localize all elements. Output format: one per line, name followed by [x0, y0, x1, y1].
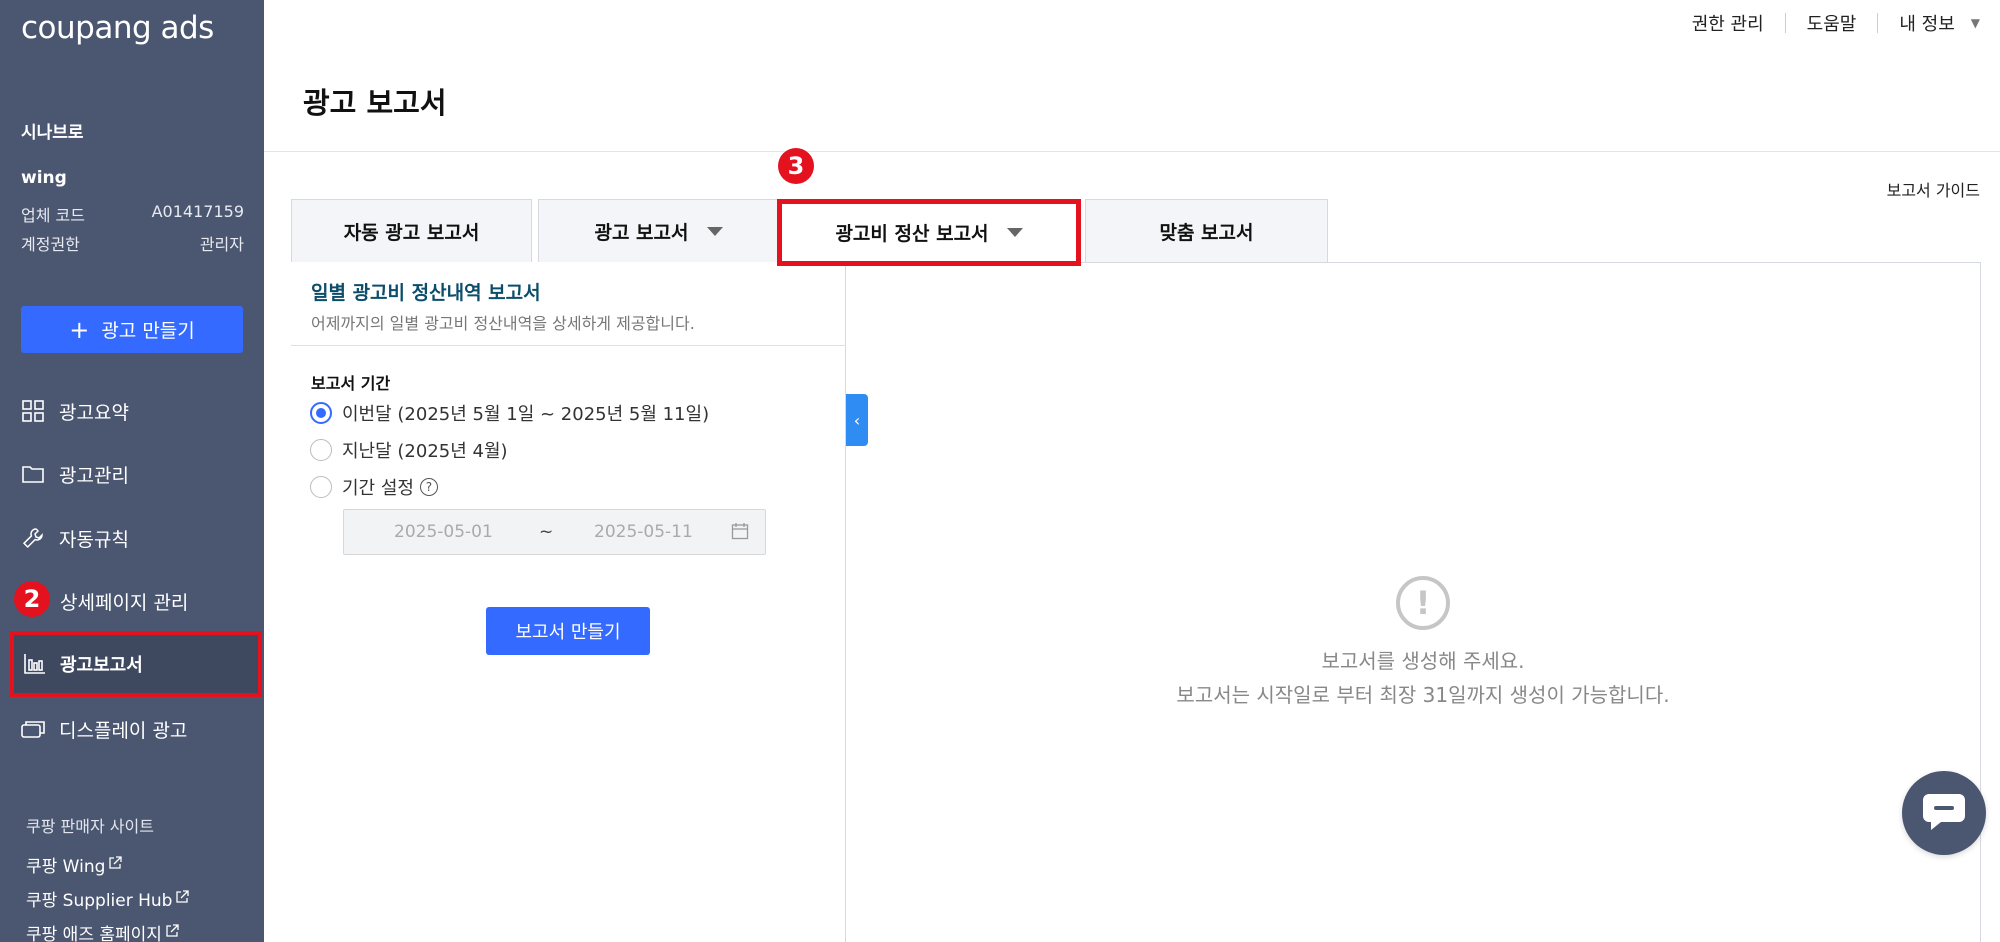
link-coupang-wing[interactable]: 쿠팡 Wing: [26, 852, 123, 877]
divider: [291, 345, 846, 346]
external-link-icon: [175, 889, 190, 909]
my-info-menu[interactable]: 내 정보: [1899, 10, 1954, 36]
link-label: 쿠팡 Wing: [26, 857, 106, 877]
report-options-panel: 일별 광고비 정산내역 보고서 어제까지의 일별 광고비 정산내역을 상세하게 …: [291, 262, 846, 942]
nav-label: 상세페이지 관리: [60, 591, 189, 614]
divider: [1784, 13, 1786, 33]
external-link-icon: [108, 855, 123, 875]
nav-item-auto-rules[interactable]: 자동규칙: [21, 518, 129, 558]
report-guide-link[interactable]: 보고서 가이드: [1887, 177, 1980, 201]
report-period-label: 보고서 기간: [311, 374, 391, 393]
nav-label: 광고보고서: [60, 655, 143, 676]
make-report-button[interactable]: 보고서 만들기: [486, 607, 650, 655]
page-title: 광고 보고서: [303, 86, 447, 120]
chevron-down-icon[interactable]: ▼: [1971, 16, 1980, 30]
account-id: wing: [21, 168, 67, 188]
empty-state-line1: 보고서를 생성해 주세요.: [1321, 649, 1525, 673]
seller-sites-title: 쿠팡 판매자 사이트: [26, 817, 154, 836]
empty-state-message: 보고서를 생성해 주세요. 보고서는 시작일로 부터 최장 31일까지 생성이 …: [1140, 644, 1706, 712]
nav-item-display-ads[interactable]: 디스플레이 광고: [21, 709, 187, 749]
permission-row: 계정권한 관리자: [21, 231, 244, 255]
tab-label: 자동 광고 보고서: [343, 221, 480, 244]
tab-label: 광고비 정산 보고서: [835, 223, 989, 245]
period-option-this-month[interactable]: 이번달 (2025년 5월 1일 ~ 2025년 5월 11일): [310, 400, 709, 426]
permission-management-link[interactable]: 권한 관리: [1692, 10, 1764, 36]
card-icon: [21, 717, 45, 741]
vendor-code-row: 업체 코드 A01417159: [21, 202, 244, 226]
dropdown-caret-icon: [1006, 228, 1023, 237]
divider: [1877, 13, 1879, 33]
nav-label: 광고관리: [59, 464, 129, 487]
period-option-custom[interactable]: 기간 설정 ?: [310, 474, 438, 500]
create-ad-button[interactable]: + 광고 만들기: [21, 306, 243, 353]
report-type-title: 일별 광고비 정산내역 보고서: [311, 282, 541, 304]
permission-value: 관리자: [199, 235, 244, 254]
top-navigation: 권한 관리 도움말 내 정보 ▼: [1692, 10, 1980, 36]
radio-unselected[interactable]: [310, 439, 332, 461]
nav-item-ad-summary[interactable]: 광고요약: [21, 391, 129, 431]
calendar-icon[interactable]: [731, 522, 749, 540]
nav-label: 디스플레이 광고: [59, 719, 188, 742]
chevron-left-icon: ‹: [853, 410, 861, 430]
sidebar: coupang ads 시나브로 wing 업체 코드 A01417159 계정…: [0, 0, 264, 942]
option-label: 기간 설정: [342, 478, 414, 499]
step-badge-3: 3: [778, 148, 814, 184]
nav-item-ad-management[interactable]: 광고관리: [21, 454, 129, 494]
date-separator: ~: [539, 522, 554, 542]
tab-auto-ad-report[interactable]: 자동 광고 보고서: [291, 199, 532, 262]
tab-ad-report[interactable]: 광고 보고서: [538, 199, 779, 262]
radio-unselected[interactable]: [310, 476, 332, 498]
nav-label: 자동규칙: [59, 528, 129, 551]
exclamation-icon: !: [1396, 576, 1450, 630]
chat-support-button[interactable]: [1902, 771, 1986, 855]
header-divider: [264, 151, 2000, 152]
end-date-field[interactable]: 2025-05-11: [594, 522, 693, 542]
tab-custom-report[interactable]: 맞춤 보고서: [1085, 199, 1328, 262]
option-label: 이번달 (2025년 5월 1일 ~ 2025년 5월 11일): [342, 404, 710, 425]
tab-label: 광고 보고서: [594, 221, 689, 244]
permission-label: 계정권한: [21, 235, 80, 254]
grid-icon: [21, 399, 45, 423]
tab-label: 맞춤 보고서: [1159, 221, 1254, 244]
period-option-last-month[interactable]: 지난달 (2025년 4월): [310, 437, 508, 463]
vendor-code-label: 업체 코드: [21, 206, 85, 225]
date-range-picker[interactable]: 2025-05-01 ~ 2025-05-11: [343, 509, 766, 555]
tab-ad-cost-settlement-report[interactable]: 광고비 정산 보고서: [777, 199, 1081, 266]
chat-bubble-icon: [1921, 790, 1967, 836]
radio-selected[interactable]: [310, 402, 332, 424]
dropdown-caret-icon: [706, 226, 723, 236]
nav-item-ad-reports[interactable]: 광고보고서: [10, 631, 262, 697]
link-supplier-hub[interactable]: 쿠팡 Supplier Hub: [26, 886, 190, 911]
help-link[interactable]: 도움말: [1807, 10, 1857, 36]
link-label: 쿠팡 애즈 홈페이지: [26, 925, 162, 942]
plus-icon: +: [69, 315, 90, 344]
empty-state-line2: 보고서는 시작일로 부터 최장 31일까지 생성이 가능합니다.: [1176, 683, 1670, 707]
step-badge-2: 2: [14, 581, 50, 617]
link-ads-homepage[interactable]: 쿠팡 애즈 홈페이지: [26, 920, 179, 942]
report-type-description: 어제까지의 일별 광고비 정산내역을 상세하게 제공합니다.: [311, 314, 695, 333]
create-ad-label: 광고 만들기: [101, 320, 195, 342]
external-link-icon: [165, 923, 179, 942]
bar-chart-icon: [24, 652, 48, 676]
company-name: 시나브로: [21, 123, 84, 143]
wrench-icon: [21, 526, 45, 550]
question-mark-icon[interactable]: ?: [419, 478, 438, 496]
start-date-field[interactable]: 2025-05-01: [394, 522, 493, 542]
option-label: 지난달 (2025년 4월): [342, 441, 508, 462]
link-label: 쿠팡 Supplier Hub: [26, 891, 173, 911]
nav-item-detail-page-management[interactable]: 상세페이지 관리: [60, 581, 188, 621]
vendor-code-value: A01417159: [151, 202, 244, 221]
collapse-panel-button[interactable]: ‹: [846, 394, 868, 446]
folder-icon: [21, 462, 45, 486]
coupang-ads-logo[interactable]: coupang ads: [21, 10, 214, 46]
nav-label: 광고요약: [59, 401, 129, 424]
